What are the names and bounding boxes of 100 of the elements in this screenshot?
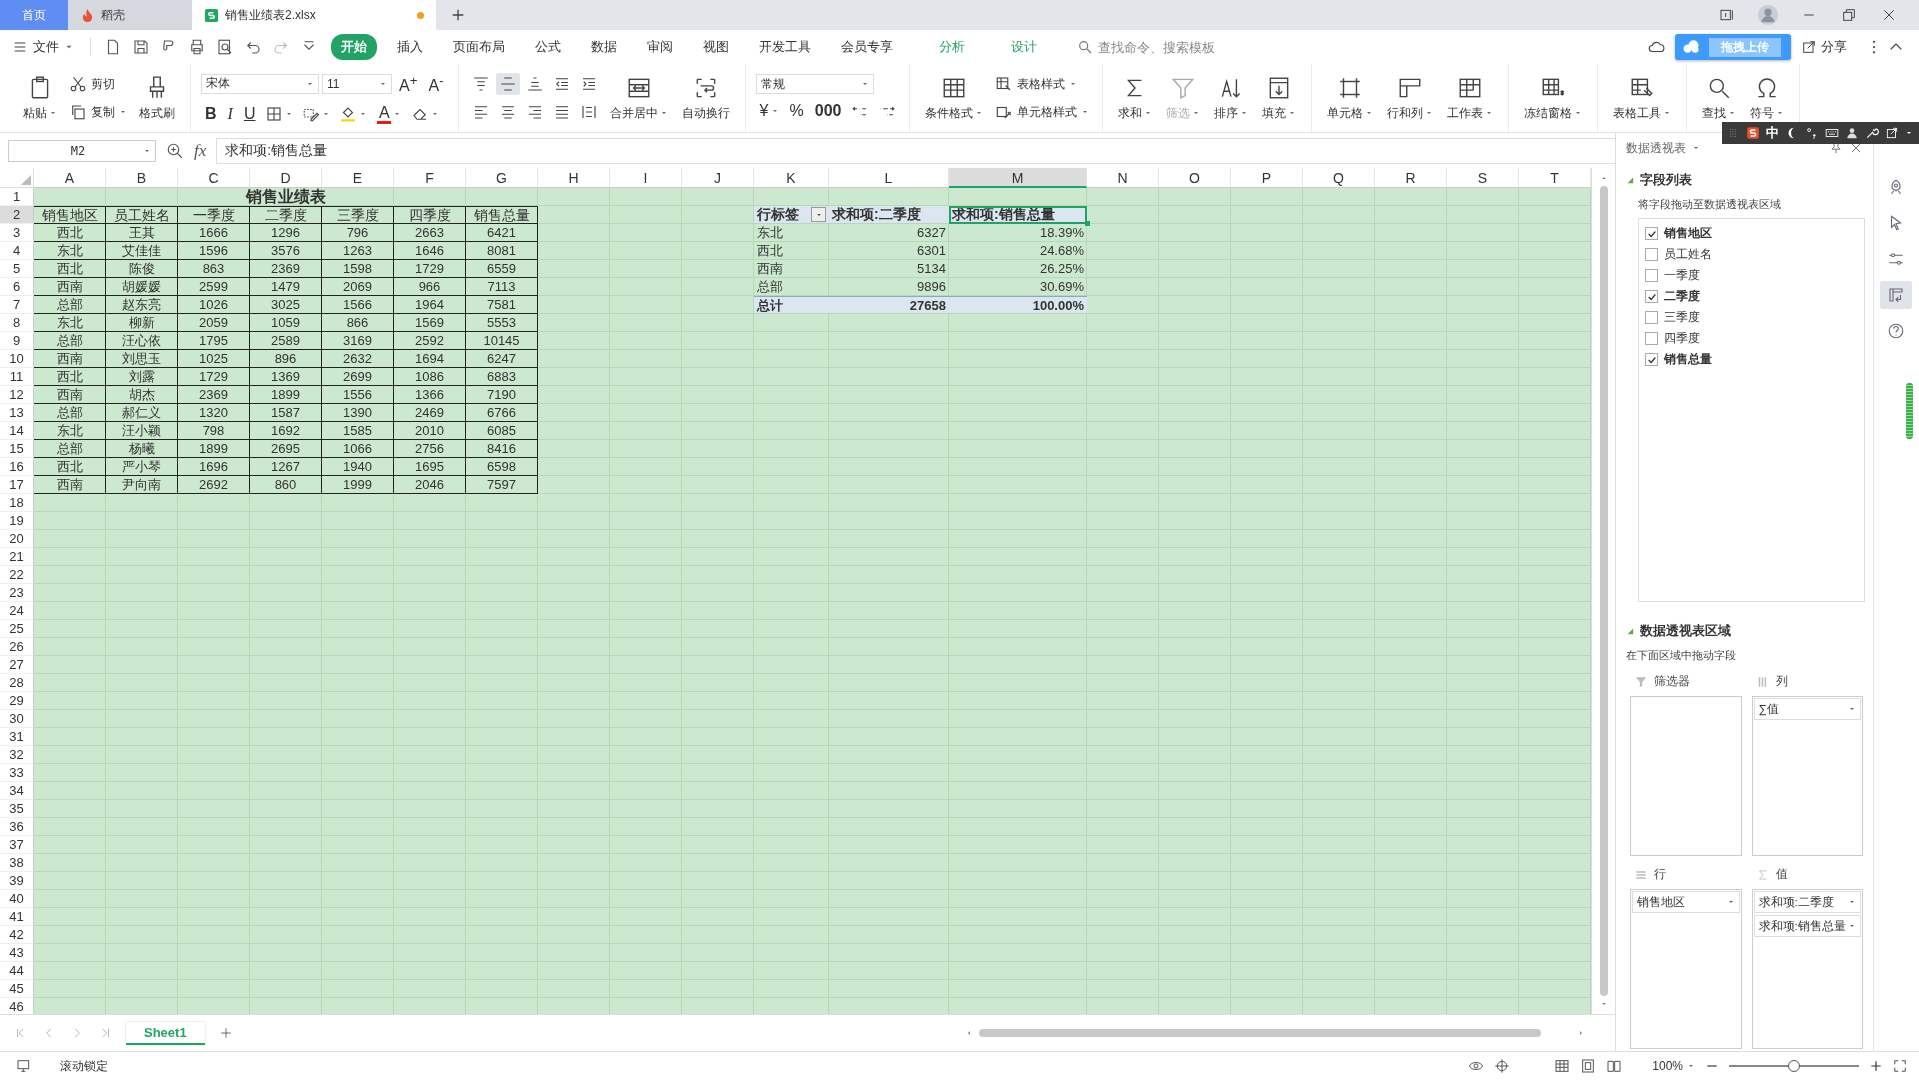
keyboard-icon[interactable] — [1825, 126, 1839, 140]
worksheet-grid[interactable] — [0, 168, 1591, 1014]
view-book-icon[interactable] — [1606, 1058, 1623, 1074]
pivot-header-cell[interactable]: 求和项:二季度 — [829, 206, 949, 224]
checkbox[interactable] — [1645, 332, 1658, 345]
row-header[interactable]: 34 — [0, 782, 34, 800]
new-tab-icon[interactable] — [450, 7, 466, 23]
row-header[interactable]: 42 — [0, 926, 34, 944]
row-header[interactable]: 14 — [0, 422, 34, 440]
drop-area[interactable]: 求和项:二季度 求和项:销售总量 — [1751, 889, 1863, 1049]
column-header[interactable]: M — [949, 168, 1087, 188]
formula-field[interactable]: 求和项:销售总量 — [216, 137, 1615, 164]
column-header[interactable]: F — [394, 168, 466, 188]
column-header[interactable]: G — [466, 168, 538, 188]
row-header[interactable]: 46 — [0, 998, 34, 1014]
ribbon-button[interactable]: 求和 — [1113, 72, 1158, 124]
row-header[interactable]: 12 — [0, 386, 34, 404]
zoom-in-icon[interactable] — [1869, 1059, 1883, 1073]
column-header[interactable]: C — [178, 168, 250, 188]
status-text[interactable]: 滚动锁定 — [60, 1057, 108, 1075]
person-icon[interactable] — [1845, 126, 1859, 140]
window-list-icon[interactable] — [1719, 7, 1735, 23]
format-button[interactable]: A$^{-}$ — [424, 71, 448, 97]
drop-area[interactable]: 销售地区 — [1630, 889, 1742, 1049]
row-header[interactable]: 9 — [0, 332, 34, 350]
menu-tab[interactable]: 审阅 — [637, 34, 683, 60]
menu-tab[interactable]: 公式 — [525, 34, 571, 60]
row-header[interactable]: 6 — [0, 278, 34, 296]
ime-logo-icon[interactable] — [1746, 126, 1760, 140]
row-header[interactable]: 15 — [0, 440, 34, 458]
row-header[interactable]: 44 — [0, 962, 34, 980]
row-header[interactable]: 20 — [0, 530, 34, 548]
view-page-icon[interactable] — [1580, 1058, 1597, 1074]
ribbon-button[interactable]: 符号 — [1745, 72, 1790, 124]
pivot-button[interactable] — [1880, 281, 1912, 309]
scroll-right-icon[interactable] — [1577, 1029, 1585, 1037]
dropdown-field[interactable]: 11 — [322, 74, 392, 94]
slider-thumb[interactable] — [1788, 1060, 1800, 1072]
collapse-triangle-icon[interactable] — [1626, 627, 1634, 635]
ribbon-button[interactable]: 填充 — [1257, 72, 1302, 124]
ribbon-button[interactable]: 粘贴 — [18, 72, 62, 124]
field-label[interactable]: 三季度 — [1664, 309, 1700, 326]
column-header[interactable]: N — [1087, 168, 1159, 188]
checkbox[interactable] — [1645, 290, 1658, 303]
column-header[interactable]: A — [34, 168, 106, 188]
row-header[interactable]: 21 — [0, 548, 34, 566]
scroll-up-icon[interactable] — [1600, 174, 1608, 182]
column-header[interactable]: R — [1375, 168, 1447, 188]
filter-dropdown-button[interactable] — [811, 207, 826, 222]
format-button[interactable]: I — [223, 103, 237, 124]
field-label[interactable]: 四季度 — [1664, 330, 1700, 347]
document-tab[interactable]: 销售业绩表2.xlsx — [192, 0, 436, 30]
row-header[interactable]: 41 — [0, 908, 34, 926]
pivot-header-cell[interactable]: 求和项:销售总量 — [949, 206, 1087, 224]
checkbox[interactable] — [1645, 353, 1658, 366]
row-header[interactable]: 4 — [0, 242, 34, 260]
document-tab[interactable]: 稻壳 — [68, 0, 192, 30]
row-header[interactable]: 45 — [0, 980, 34, 998]
ribbon-button[interactable]: 自动换行 — [676, 72, 735, 124]
field-chip[interactable]: 求和项:二季度 — [1753, 891, 1861, 913]
ribbon-button[interactable]: 排序 — [1209, 72, 1254, 124]
view-normal-icon[interactable] — [1554, 1058, 1571, 1074]
ribbon-button[interactable]: 工作表 — [1442, 72, 1499, 124]
ribbon-button[interactable]: 行和列 — [1382, 72, 1439, 124]
field-label[interactable]: 二季度 — [1664, 288, 1700, 305]
caret-icon[interactable] — [1905, 129, 1913, 137]
function-label[interactable]: fx — [194, 140, 207, 161]
ribbon-button[interactable]: 剪切 — [66, 73, 118, 95]
field-label[interactable]: 销售地区 — [1664, 225, 1712, 242]
row-header[interactable]: 10 — [0, 350, 34, 368]
close-icon[interactable] — [1881, 7, 1897, 23]
preview-icon[interactable] — [216, 38, 234, 56]
menu-tab[interactable]: 会员专享 — [831, 34, 903, 60]
row-header[interactable]: 13 — [0, 404, 34, 422]
ribbon-button[interactable]: 复制 — [66, 101, 130, 123]
row-header[interactable]: 35 — [0, 800, 34, 818]
row-header[interactable]: 23 — [0, 584, 34, 602]
share-button[interactable]: 分享 — [1801, 38, 1847, 56]
crosshair-icon[interactable] — [1494, 1058, 1511, 1074]
field-chip[interactable]: 求和项:销售总量 — [1753, 915, 1861, 937]
row-header[interactable]: 16 — [0, 458, 34, 476]
menu-tab[interactable]: 开发工具 — [749, 34, 821, 60]
pivot-header-cell[interactable]: 行标签 — [754, 206, 829, 224]
field-chip[interactable]: 销售地区 — [1632, 891, 1740, 913]
field-label[interactable]: 一季度 — [1664, 267, 1700, 284]
save-icon[interactable] — [132, 38, 150, 56]
column-header[interactable]: K — [754, 168, 829, 188]
row-header[interactable]: 28 — [0, 674, 34, 692]
row-header[interactable]: 40 — [0, 890, 34, 908]
format-button[interactable]: 000 — [810, 101, 846, 121]
restore-icon[interactable] — [1841, 7, 1857, 23]
column-header[interactable]: T — [1519, 168, 1591, 188]
format-button[interactable]: ¥ — [755, 101, 783, 121]
row-header[interactable]: 18 — [0, 494, 34, 512]
row-header[interactable]: 7 — [0, 296, 34, 314]
drop-area[interactable]: ∑值 — [1751, 696, 1863, 856]
row-header[interactable]: 24 — [0, 602, 34, 620]
ribbon-button[interactable]: 表格样式 — [992, 73, 1081, 95]
column-header[interactable]: H — [538, 168, 610, 188]
checkbox[interactable] — [1645, 227, 1658, 240]
